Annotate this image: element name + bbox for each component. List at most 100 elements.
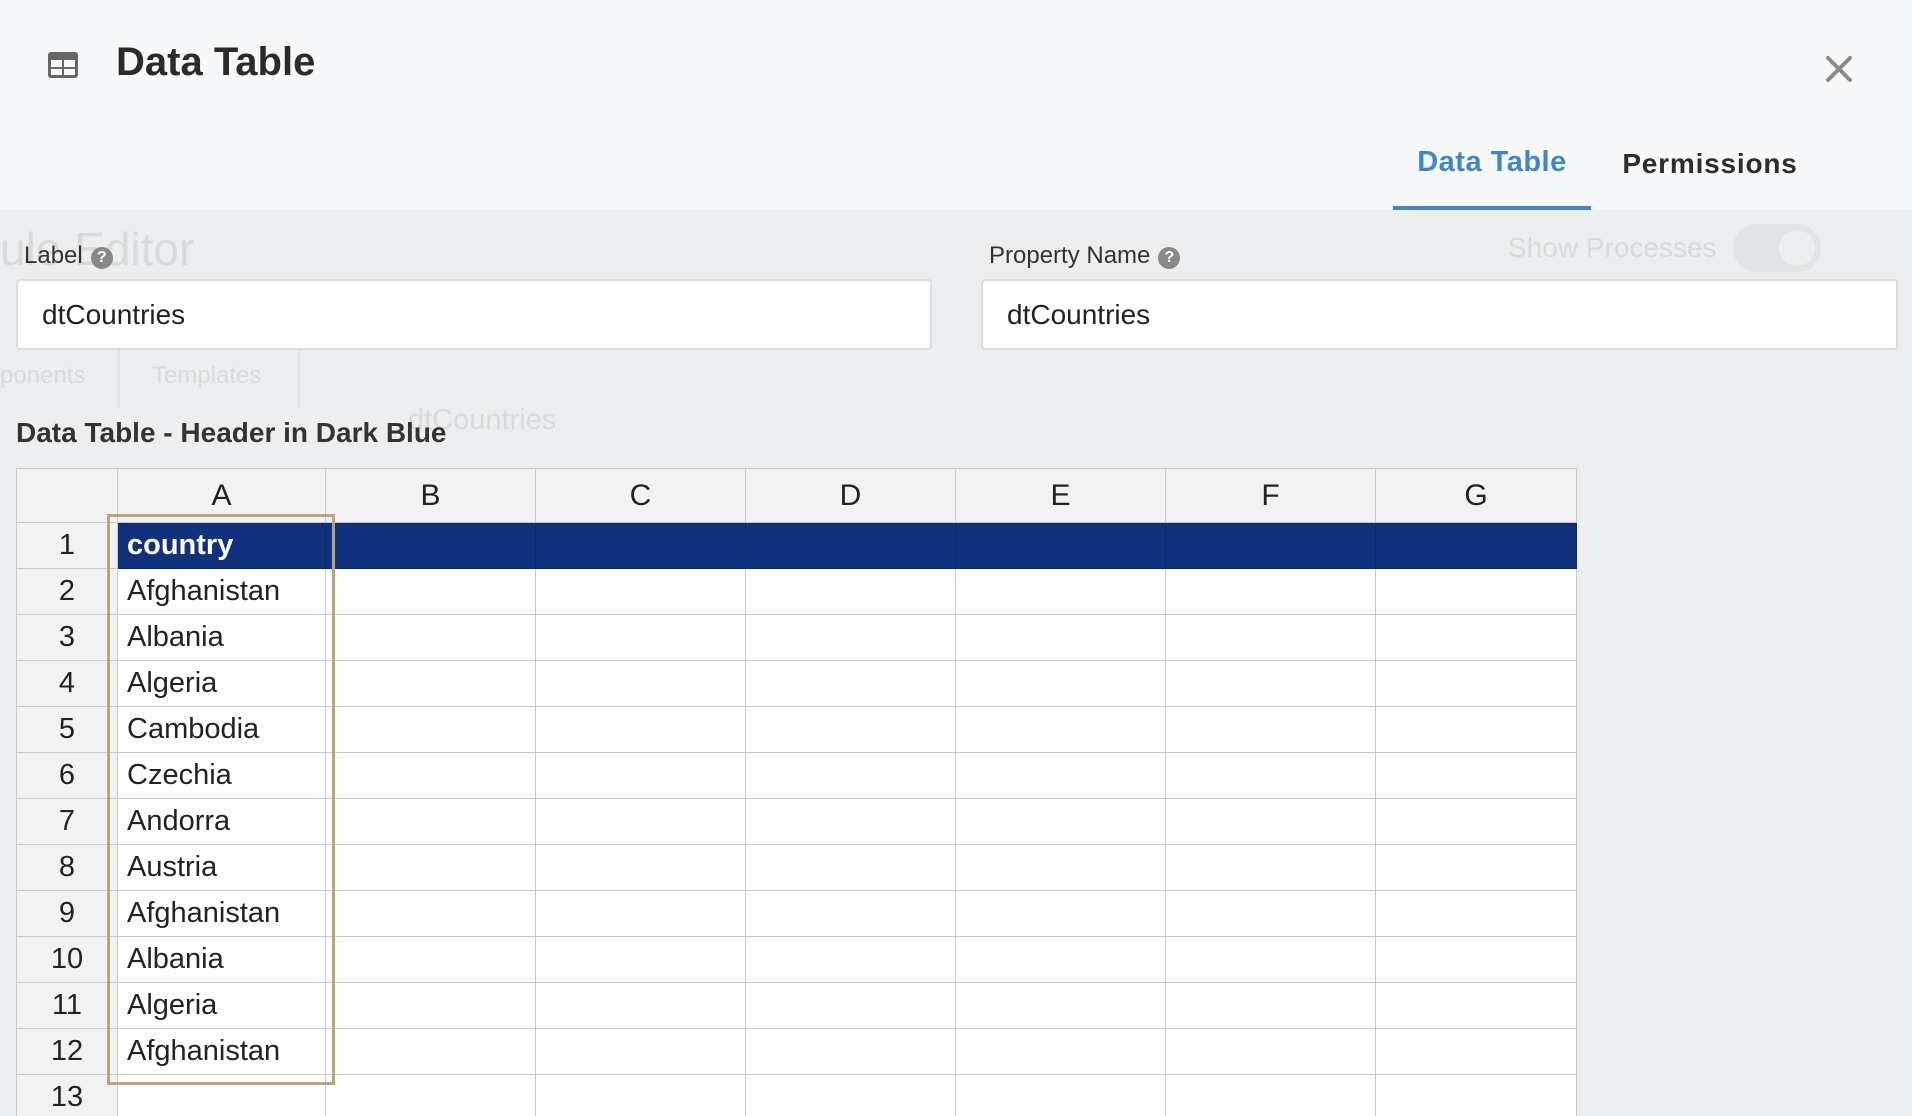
tab-data-table[interactable]: Data Table: [1393, 120, 1591, 210]
table-cell[interactable]: [1375, 706, 1577, 753]
table-cell[interactable]: [325, 844, 536, 891]
table-cell[interactable]: [745, 844, 956, 891]
table-cell[interactable]: [745, 568, 956, 615]
table-cell[interactable]: [535, 752, 746, 799]
spreadsheet-grid[interactable]: A B C D E F G 1 country 2 Afghanistan 3 Alban…: [16, 468, 1577, 1116]
table-cell[interactable]: [1165, 522, 1376, 569]
table-cell[interactable]: [325, 1028, 536, 1075]
table-cell[interactable]: [745, 982, 956, 1029]
table-cell[interactable]: [1165, 844, 1376, 891]
table-cell[interactable]: [1375, 844, 1577, 891]
row-number[interactable]: 4: [16, 660, 118, 707]
table-cell[interactable]: [535, 1074, 746, 1116]
table-cell[interactable]: [1375, 1074, 1577, 1116]
table-cell[interactable]: [325, 890, 536, 937]
table-cell[interactable]: [955, 614, 1166, 661]
column-header-b[interactable]: B: [325, 468, 536, 523]
table-cell[interactable]: [1375, 522, 1577, 569]
table-cell[interactable]: [1165, 1074, 1376, 1116]
table-cell[interactable]: [535, 798, 746, 845]
table-cell[interactable]: [745, 1074, 956, 1116]
table-cell[interactable]: [1165, 798, 1376, 845]
table-cell[interactable]: [325, 752, 536, 799]
question-circle-icon[interactable]: ?: [1158, 247, 1181, 269]
table-cell[interactable]: [535, 844, 746, 891]
table-cell[interactable]: [745, 614, 956, 661]
label-input[interactable]: [16, 279, 932, 350]
table-cell[interactable]: [535, 936, 746, 983]
table-cell[interactable]: [535, 660, 746, 707]
table-cell[interactable]: [1165, 568, 1376, 615]
table-cell[interactable]: [535, 1028, 746, 1075]
close-icon[interactable]: [1818, 48, 1860, 90]
row-number[interactable]: 13: [16, 1074, 118, 1116]
row-number[interactable]: 8: [16, 844, 118, 891]
table-cell[interactable]: [325, 614, 536, 661]
table-cell[interactable]: [1375, 752, 1577, 799]
table-cell[interactable]: [325, 660, 536, 707]
column-header-e[interactable]: E: [955, 468, 1166, 523]
table-cell[interactable]: [955, 568, 1166, 615]
table-cell[interactable]: [1375, 660, 1577, 707]
table-cell[interactable]: Austria: [117, 844, 326, 891]
table-cell[interactable]: [1375, 982, 1577, 1029]
table-cell[interactable]: [535, 614, 746, 661]
table-cell[interactable]: Albania: [117, 614, 326, 661]
table-cell[interactable]: [955, 706, 1166, 753]
corner-cell[interactable]: [16, 468, 118, 523]
column-header-g[interactable]: G: [1375, 468, 1577, 523]
table-cell[interactable]: [955, 890, 1166, 937]
table-cell[interactable]: [745, 752, 956, 799]
table-cell[interactable]: [1375, 614, 1577, 661]
table-cell[interactable]: Afghanistan: [117, 890, 326, 937]
table-cell[interactable]: Albania: [117, 936, 326, 983]
table-cell[interactable]: [955, 522, 1166, 569]
row-number[interactable]: 9: [16, 890, 118, 937]
table-cell[interactable]: [535, 982, 746, 1029]
table-cell[interactable]: [117, 1074, 326, 1116]
table-cell[interactable]: [745, 660, 956, 707]
table-cell[interactable]: [1375, 936, 1577, 983]
table-cell[interactable]: Afghanistan: [117, 568, 326, 615]
row-number[interactable]: 6: [16, 752, 118, 799]
table-cell[interactable]: [955, 660, 1166, 707]
table-cell[interactable]: Czechia: [117, 752, 326, 799]
tab-permissions[interactable]: Permissions: [1610, 120, 1810, 210]
table-cell[interactable]: country: [117, 522, 326, 569]
table-cell[interactable]: [745, 522, 956, 569]
table-cell[interactable]: Afghanistan: [117, 1028, 326, 1075]
table-cell[interactable]: [1165, 752, 1376, 799]
row-number[interactable]: 1: [16, 522, 118, 569]
table-cell[interactable]: [1165, 706, 1376, 753]
row-number[interactable]: 11: [16, 982, 118, 1029]
table-cell[interactable]: [535, 890, 746, 937]
table-cell[interactable]: [745, 890, 956, 937]
table-cell[interactable]: [1165, 614, 1376, 661]
row-number[interactable]: 10: [16, 936, 118, 983]
table-cell[interactable]: [745, 798, 956, 845]
table-cell[interactable]: [1375, 568, 1577, 615]
row-number[interactable]: 12: [16, 1028, 118, 1075]
column-header-d[interactable]: D: [745, 468, 956, 523]
table-cell[interactable]: Algeria: [117, 982, 326, 1029]
row-number[interactable]: 5: [16, 706, 118, 753]
table-cell[interactable]: [325, 522, 536, 569]
table-cell[interactable]: [325, 798, 536, 845]
table-cell[interactable]: [325, 706, 536, 753]
table-cell[interactable]: [325, 936, 536, 983]
table-cell[interactable]: [745, 706, 956, 753]
table-cell[interactable]: [1165, 660, 1376, 707]
question-circle-icon[interactable]: ?: [90, 247, 113, 269]
table-cell[interactable]: [955, 982, 1166, 1029]
table-cell[interactable]: [1165, 1028, 1376, 1075]
table-cell[interactable]: [325, 568, 536, 615]
table-cell[interactable]: [955, 936, 1166, 983]
table-cell[interactable]: [535, 706, 746, 753]
property-name-input[interactable]: [981, 279, 1898, 350]
row-number[interactable]: 7: [16, 798, 118, 845]
table-cell[interactable]: [955, 1028, 1166, 1075]
table-cell[interactable]: Andorra: [117, 798, 326, 845]
table-cell[interactable]: [955, 752, 1166, 799]
table-cell[interactable]: [1165, 936, 1376, 983]
table-cell[interactable]: [1375, 890, 1577, 937]
